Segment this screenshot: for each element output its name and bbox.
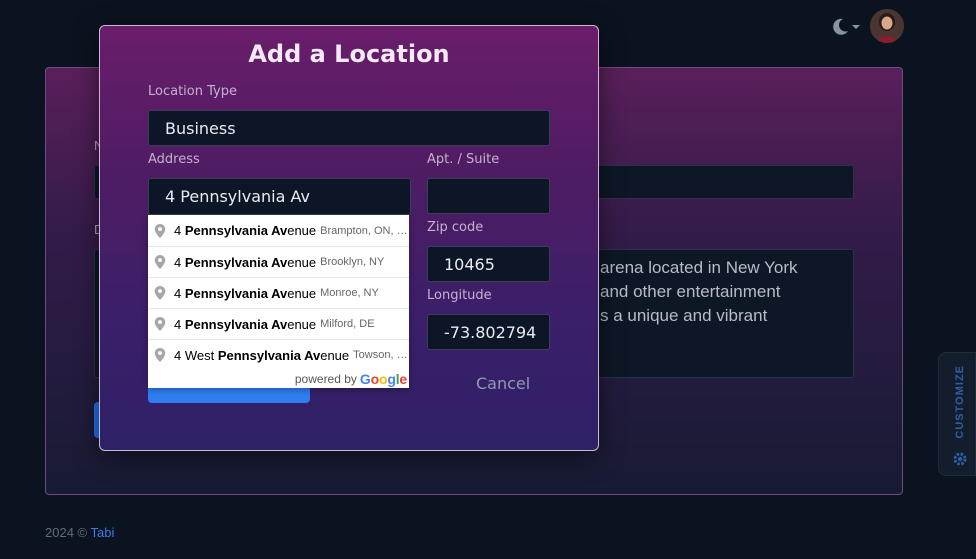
autocomplete-suggestion[interactable]: 4 Pennsylvania Avenue Monroe, NY [148,277,409,308]
autocomplete-suggestion[interactable]: 4 Pennsylvania AvenueBrampton, ON, Canad… [148,215,409,246]
zip-value: 10465 [444,254,495,274]
location-type-label: Location Type [148,84,237,99]
customize-tab[interactable]: CUSTOMIZE [938,352,976,476]
map-pin-icon [154,223,166,238]
suggestion-match: Pennsylvania Av [217,347,321,363]
map-pin-icon [154,286,166,300]
gear-icon [953,452,967,466]
suggestion-secondary-text: Brampton, ON, Canada [320,224,409,237]
powered-by-text: powered by [294,372,357,386]
autocomplete-suggestion[interactable]: 4 Pennsylvania Avenue Brooklyn, NY [148,246,409,277]
suggestion-main-text: 4 Pennsylvania Avenue [174,317,316,332]
zip-input[interactable]: 10465 [427,246,550,282]
zip-label: Zip code [427,220,484,235]
footer-copyright: 2024 © [45,525,91,540]
suggestion-match: Pennsylvania Av [184,316,288,332]
longitude-label: Longitude [427,288,492,303]
modal-title: Add a Location [248,40,450,68]
location-type-value: Business [165,118,236,138]
suggestion-rest: enue [287,223,317,238]
autocomplete-suggestion[interactable]: 4 Pennsylvania Avenue Milford, DE [148,308,409,339]
suggestion-prefix: 4 [174,223,185,238]
powered-by-google: powered by Google [148,370,409,388]
description-line: s a unique and vibrant [600,306,768,325]
address-input[interactable]: 4 Pennsylvania Av [148,178,411,215]
footer-brand-link[interactable]: Tabi [91,525,115,540]
user-avatar[interactable] [870,9,904,43]
suggestion-secondary-text: Monroe, NY [320,287,379,299]
suggestion-rest: enue [287,316,317,332]
suggestion-prefix: 4 [174,254,185,270]
suggestion-main-text: 4 West Pennsylvania Avenue [174,348,349,363]
suggestion-main-text: 4 Pennsylvania Avenue [174,223,316,238]
suggestion-match: Pennsylvania Av [184,254,288,270]
theme-toggle[interactable] [830,16,860,38]
google-logo: Google [359,371,407,387]
autocomplete-suggestion[interactable]: 4 West Pennsylvania Avenue Towson, MD [148,339,409,370]
moon-icon [833,18,848,35]
map-pin-icon [154,255,166,269]
address-label: Address [148,152,200,167]
customize-label: CUSTOMIZE [954,365,966,439]
suggestion-main-text: 4 Pennsylvania Avenue [174,286,316,301]
suggestion-main-text: 4 Pennsylvania Avenue [174,255,316,270]
suggestion-secondary-text: Brooklyn, NY [320,256,385,268]
suggestion-match: Pennsylvania Av [184,285,288,301]
submit-location-button[interactable] [148,386,310,403]
suggestion-secondary-text: Milford, DE [320,318,375,330]
longitude-value: -73.802794 [444,322,537,342]
description-line: and other entertainment [600,282,781,301]
longitude-input[interactable]: -73.802794 [427,314,550,350]
map-pin-icon [154,317,166,331]
suggestion-prefix: 4 [174,316,185,332]
map-pin-icon [154,348,166,362]
address-value: 4 Pennsylvania Av [165,187,310,206]
location-type-select[interactable]: Business [148,110,550,146]
suggestion-match: Pennsylvania Av [184,223,288,238]
suggestion-rest: enue [287,285,317,301]
suggestion-rest: enue [287,254,317,270]
suggestion-prefix: 4 West [174,347,218,363]
apt-label: Apt. / Suite [427,152,500,167]
chevron-down-icon [852,25,860,29]
suggestion-secondary-text: Towson, MD [353,349,409,361]
suggestion-rest: enue [320,347,350,363]
apt-input[interactable] [427,178,550,214]
footer: 2024 © Tabi [45,525,114,540]
address-autocomplete-dropdown: 4 Pennsylvania AvenueBrampton, ON, Canad… [148,215,409,388]
suggestion-prefix: 4 [174,285,185,301]
cancel-button[interactable]: Cancel [476,374,530,393]
description-line: arena located in New York [600,258,798,277]
